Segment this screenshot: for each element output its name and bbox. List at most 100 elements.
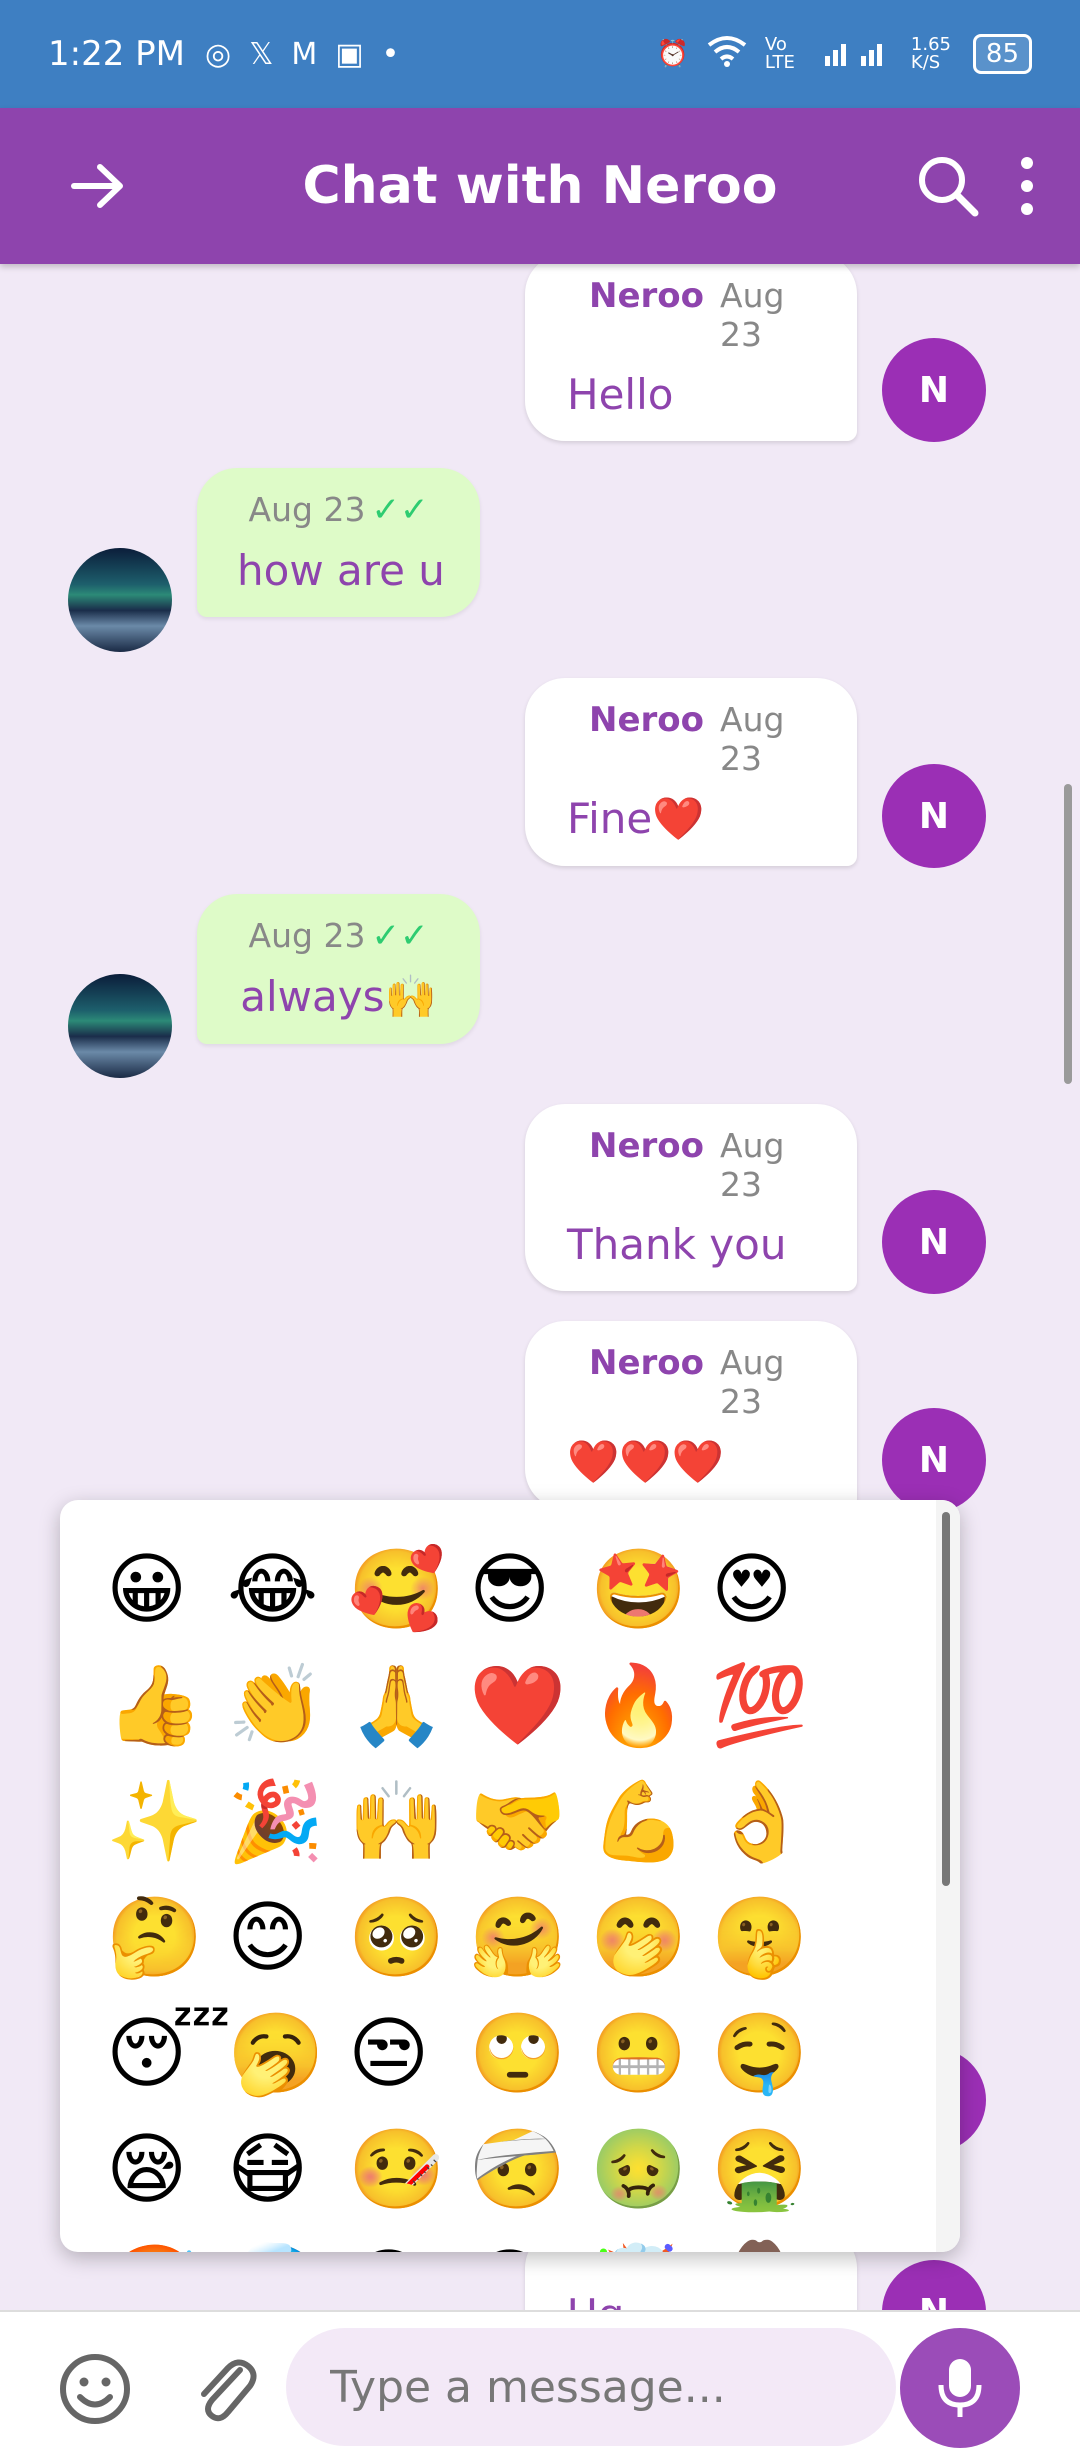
emoji-item[interactable]: 🤕 — [463, 2120, 584, 2236]
emoji-item[interactable]: 😒 — [342, 2004, 463, 2120]
emoji-item[interactable]: 💯 — [705, 1656, 826, 1772]
speed-label: 1.65 K/S — [910, 34, 951, 73]
message-bubble-outgoing[interactable]: Neroo Aug 23 Hello — [525, 264, 857, 441]
emoji-row: 😴 🥱 😒 🙄 😬 🤤 — [100, 2004, 840, 2120]
emoji-item[interactable]: 🤫 — [705, 1888, 826, 2004]
double-check-icon: ✓✓ — [371, 916, 429, 956]
x-icon: 𝕏 — [249, 36, 274, 72]
message-bubble-outgoing[interactable]: Neroo Aug 23 Thank you — [525, 1104, 857, 1291]
emoji-row: 🤔 😊 🥺 🤗 🤭 🤫 — [100, 1888, 840, 2004]
double-check-icon: ✓✓ — [371, 490, 429, 530]
message-date: Aug 23 — [720, 1343, 785, 1421]
message-date: Aug 23 — [720, 276, 785, 354]
emoji-item[interactable]: 😀 — [100, 1540, 221, 1656]
message-date: Aug 23 — [248, 916, 366, 955]
emoji-item[interactable]: 😪 — [100, 2120, 221, 2236]
emoji-item[interactable]: 😐 — [463, 2236, 584, 2252]
emoji-scrollbar[interactable] — [942, 1512, 950, 1886]
emoji-item[interactable]: 🤤 — [705, 2004, 826, 2120]
emoji-item[interactable]: 🤝 — [463, 1772, 584, 1888]
more-vert-icon[interactable] — [1012, 153, 1042, 219]
emoji-item[interactable]: 😊 — [221, 1888, 342, 2004]
status-bar: 1:22 PM ◎ 𝕏 M ▣ • ⏰ Vo LTE 1.65 K/S 85 — [0, 0, 1080, 108]
emoji-row: ✨ 🎉 🙌 🤝 💪 👌 — [100, 1772, 840, 1888]
smiley-icon[interactable] — [58, 2352, 132, 2426]
emoji-item[interactable]: 💪 — [584, 1772, 705, 1888]
emoji-item[interactable]: 🙌 — [342, 1772, 463, 1888]
emoji-row: 👍 👏 🙏 ❤️ 🔥 💯 — [100, 1656, 840, 1772]
network-label: Vo LTE — [764, 34, 795, 73]
dot-icon: • — [381, 36, 400, 72]
emoji-item[interactable]: 🤗 — [463, 1888, 584, 2004]
app-bar: Chat with Neroo — [0, 108, 1080, 264]
message-bubble-outgoing[interactable]: Neroo Aug 23 ❤️❤️❤️ — [525, 1321, 857, 1509]
emoji-grid: 😀😂🥰😎🤩😍👍👏🙏❤️🔥💯✨🎉🙌🤝💪👌🤔😊🥺🤗🤭🤫😴🥱😒🙄😬🤤😪😷🤒🤕🤢🤮🥵🥶😵… — [100, 1540, 840, 2252]
whatsapp-icon: ◎ — [205, 36, 232, 72]
avatar[interactable]: N — [882, 338, 986, 442]
notification-icons: ◎ 𝕏 M ▣ • — [205, 37, 399, 72]
emoji-item[interactable]: 🤢 — [584, 2120, 705, 2236]
emoji-item[interactable]: 🤩 — [584, 1540, 705, 1656]
emoji-item[interactable]: 🥶 — [221, 2236, 342, 2252]
wifi-icon — [707, 35, 747, 74]
emoji-item[interactable]: 😷 — [221, 2120, 342, 2236]
message-sender: Neroo — [589, 276, 704, 316]
emoji-item[interactable]: 🥵 — [100, 2236, 221, 2252]
message-text: Thank you — [567, 1220, 787, 1269]
message-sender: Neroo — [589, 700, 704, 740]
message-text: always🙌 — [240, 972, 437, 1021]
emoji-item[interactable]: 😵 — [342, 2236, 463, 2252]
message-sender: Neroo — [589, 1343, 704, 1383]
message-input-bar — [0, 2310, 1080, 2462]
emoji-item[interactable]: 😴 — [100, 2004, 231, 2120]
emoji-item[interactable]: 👏 — [221, 1656, 342, 1772]
emoji-item[interactable]: 🎉 — [221, 1772, 342, 1888]
emoji-item[interactable]: 👍 — [100, 1656, 221, 1772]
mic-button[interactable] — [900, 2328, 1020, 2448]
avatar[interactable]: N — [882, 764, 986, 868]
message-bubble-incoming[interactable]: Aug 23 ✓✓ always🙌 — [197, 894, 480, 1044]
message-sender: Neroo — [589, 1126, 704, 1166]
message-date: Aug 23 — [248, 490, 366, 529]
message-text: ❤️❤️❤️ — [567, 1437, 724, 1486]
message-date: Aug 23 — [720, 1126, 785, 1204]
emoji-item[interactable]: 😎 — [463, 1540, 584, 1656]
emoji-item[interactable]: 🤠 — [705, 2236, 826, 2252]
emoji-item[interactable]: 🥺 — [342, 1888, 463, 2004]
mic-icon — [938, 2359, 982, 2417]
search-icon[interactable] — [915, 153, 981, 219]
status-time: 1:22 PM — [48, 34, 185, 74]
emoji-item[interactable]: 🤔 — [100, 1888, 221, 2004]
message-text: Ug — [567, 2290, 817, 2310]
emoji-item[interactable]: 🙏 — [342, 1656, 463, 1772]
message-bubble-outgoing[interactable]: Neroo Aug 23 Fine❤️ — [525, 678, 857, 866]
avatar[interactable] — [68, 548, 172, 652]
emoji-item[interactable]: 😬 — [584, 2004, 705, 2120]
emoji-item[interactable]: ❤️ — [463, 1656, 584, 1772]
emoji-item[interactable]: 🤮 — [705, 2120, 826, 2236]
emoji-item[interactable]: 🥱 — [221, 2004, 342, 2120]
emoji-row: 🥵🥶😵😐🤯🤠 — [100, 2236, 840, 2252]
emoji-item[interactable]: 🤯 — [584, 2236, 705, 2252]
battery-indicator: 85 — [972, 34, 1032, 74]
emoji-item[interactable]: 🙄 — [463, 2004, 584, 2120]
emoji-item[interactable]: 😂 — [221, 1540, 342, 1656]
message-bubble-incoming[interactable]: Aug 23 ✓✓ how are u — [197, 468, 480, 617]
paperclip-icon[interactable] — [190, 2350, 260, 2428]
status-right: ⏰ Vo LTE 1.65 K/S 85 — [657, 34, 1032, 74]
emoji-item[interactable]: 🤭 — [584, 1888, 705, 2004]
emoji-item[interactable]: 😍 — [705, 1540, 826, 1656]
emoji-item[interactable]: 🥰 — [342, 1540, 463, 1656]
emoji-item[interactable]: 🤒 — [342, 2120, 463, 2236]
emoji-item[interactable]: 🔥 — [584, 1656, 705, 1772]
avatar[interactable]: N — [882, 1408, 986, 1512]
message-text: Fine❤️ — [567, 794, 705, 843]
message-input[interactable] — [286, 2328, 896, 2446]
emoji-item[interactable]: ✨ — [100, 1772, 221, 1888]
message-text: Hello — [567, 370, 674, 419]
avatar[interactable]: N — [882, 2260, 986, 2310]
avatar[interactable] — [68, 974, 172, 1078]
emoji-item[interactable]: 👌 — [705, 1772, 826, 1888]
avatar[interactable]: N — [882, 1190, 986, 1294]
chat-scrollbar[interactable] — [1064, 784, 1072, 1084]
